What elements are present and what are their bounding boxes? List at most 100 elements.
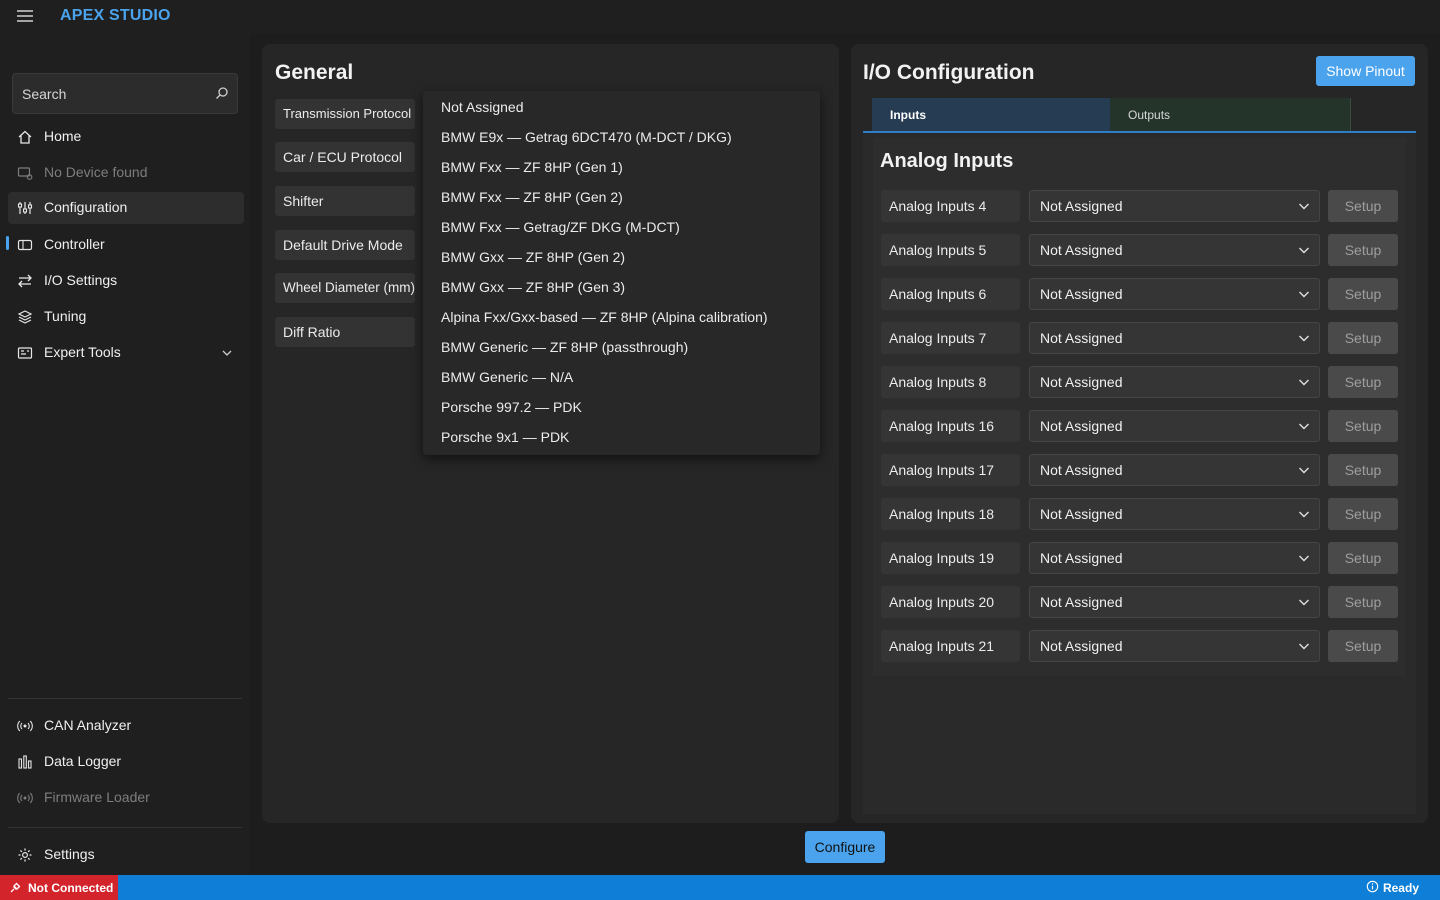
sidebar-item-io-settings[interactable]: I/O Settings <box>8 265 244 297</box>
io-row-label: Analog Inputs 8 <box>881 366 1020 398</box>
setup-button[interactable]: Setup <box>1328 278 1398 310</box>
dropdown-option[interactable]: BMW Fxx — Getrag/ZF DKG (M-DCT) <box>423 212 820 242</box>
dropdown-option[interactable]: Not Assigned <box>423 92 820 122</box>
setup-button[interactable]: Setup <box>1328 410 1398 442</box>
show-pinout-button[interactable]: Show Pinout <box>1316 56 1415 86</box>
setup-button[interactable]: Setup <box>1328 190 1398 222</box>
io-select-value: Not Assigned <box>1040 462 1123 478</box>
dropdown-option[interactable]: BMW Generic — ZF 8HP (passthrough) <box>423 332 820 362</box>
chevron-down-icon <box>1298 200 1310 212</box>
sidebar-divider <box>8 827 242 828</box>
io-assignment-select[interactable]: Not Assigned <box>1029 498 1320 530</box>
io-assignment-select[interactable]: Not Assigned <box>1029 278 1320 310</box>
io-assignment-select[interactable]: Not Assigned <box>1029 190 1320 222</box>
io-assignment-select[interactable]: Not Assigned <box>1029 366 1320 398</box>
param-car-ecu-protocol[interactable]: Car / ECU Protocol <box>275 142 415 172</box>
sidebar-item-data-logger[interactable]: Data Logger <box>8 746 244 778</box>
section-title: Analog Inputs <box>880 150 1014 172</box>
chevron-down-icon <box>1298 376 1310 388</box>
dropdown-option[interactable]: BMW Gxx — ZF 8HP (Gen 3) <box>423 272 820 302</box>
chevron-down-icon <box>1298 420 1310 432</box>
sidebar-item-tuning[interactable]: Tuning <box>8 301 244 333</box>
sidebar-item-firmware-loader[interactable]: Firmware Loader <box>8 782 244 814</box>
dropdown-option[interactable]: Porsche 997.2 — PDK <box>423 392 820 422</box>
sidebar-item-label: Firmware Loader <box>44 789 150 805</box>
io-row: Analog Inputs 6 Not Assigned Setup <box>881 278 1398 310</box>
setup-button[interactable]: Setup <box>1328 586 1398 618</box>
io-tab-content: Analog Inputs Analog Inputs 4 Not Assigne… <box>863 134 1416 814</box>
dropdown-option[interactable]: BMW Generic — N/A <box>423 362 820 392</box>
tab-outputs[interactable]: Outputs <box>1110 98 1351 131</box>
chevron-down-icon <box>1298 288 1310 300</box>
param-transmission-protocol[interactable]: Transmission Protocol <box>275 99 415 129</box>
dropdown-option[interactable]: BMW Gxx — ZF 8HP (Gen 2) <box>423 242 820 272</box>
param-diff-ratio[interactable]: Diff Ratio <box>275 317 415 347</box>
io-row-label: Analog Inputs 4 <box>881 190 1020 222</box>
sidebar-item-controller[interactable]: Controller <box>8 229 244 261</box>
io-row: Analog Inputs 5 Not Assigned Setup <box>881 234 1398 266</box>
io-assignment-select[interactable]: Not Assigned <box>1029 322 1320 354</box>
search-icon[interactable] <box>215 86 229 100</box>
search-input[interactable] <box>22 74 212 113</box>
dropdown-option[interactable]: Alpina Fxx/Gxx-based — ZF 8HP (Alpina ca… <box>423 302 820 332</box>
setup-button[interactable]: Setup <box>1328 322 1398 354</box>
io-assignment-select[interactable]: Not Assigned <box>1029 542 1320 574</box>
broadcast-icon <box>17 790 33 806</box>
app-title: APEX STUDIO <box>60 7 171 24</box>
param-wheel-diameter[interactable]: Wheel Diameter (mm) <box>275 273 415 303</box>
chevron-down-icon <box>1298 464 1310 476</box>
chevron-down-icon <box>1298 552 1310 564</box>
setup-button[interactable]: Setup <box>1328 542 1398 574</box>
sidebar-item-home[interactable]: Home <box>8 121 244 153</box>
io-select-value: Not Assigned <box>1040 242 1123 258</box>
search-box[interactable] <box>12 73 238 114</box>
io-row-label: Analog Inputs 17 <box>881 454 1020 486</box>
io-assignment-select[interactable]: Not Assigned <box>1029 410 1320 442</box>
io-row: Analog Inputs 20 Not Assigned Setup <box>881 586 1398 618</box>
io-row-label: Analog Inputs 21 <box>881 630 1020 662</box>
sidebar-item-can-analyzer[interactable]: CAN Analyzer <box>8 710 244 742</box>
chevron-down-icon[interactable] <box>222 348 232 358</box>
configure-button[interactable]: Configure <box>805 831 885 863</box>
setup-button[interactable]: Setup <box>1328 366 1398 398</box>
status-bar: Not Connected Ready <box>0 875 1440 900</box>
tab-inputs[interactable]: Inputs <box>872 98 1110 131</box>
sidebar-item-label: No Device found <box>44 164 148 180</box>
dropdown-option[interactable]: Porsche 9x1 — PDK <box>423 422 820 452</box>
sidebar-item-settings[interactable]: Settings <box>8 839 244 871</box>
setup-button[interactable]: Setup <box>1328 498 1398 530</box>
io-select-value: Not Assigned <box>1040 198 1123 214</box>
dropdown-option[interactable]: BMW Fxx — ZF 8HP (Gen 1) <box>423 152 820 182</box>
sidebar-item-configuration[interactable]: Configuration <box>8 192 244 224</box>
io-tabs: Inputs Outputs <box>863 97 1416 133</box>
param-default-drive-mode[interactable]: Default Drive Mode <box>275 230 415 260</box>
io-select-value: Not Assigned <box>1040 418 1123 434</box>
io-assignment-select[interactable]: Not Assigned <box>1029 454 1320 486</box>
io-row: Analog Inputs 4 Not Assigned Setup <box>881 190 1398 222</box>
io-assignment-select[interactable]: Not Assigned <box>1029 630 1320 662</box>
setup-button[interactable]: Setup <box>1328 234 1398 266</box>
info-icon <box>1366 880 1379 893</box>
io-select-value: Not Assigned <box>1040 286 1123 302</box>
io-assignment-select[interactable]: Not Assigned <box>1029 234 1320 266</box>
io-row: Analog Inputs 7 Not Assigned Setup <box>881 322 1398 354</box>
param-shifter[interactable]: Shifter <box>275 186 415 216</box>
setup-button[interactable]: Setup <box>1328 454 1398 486</box>
io-row-label: Analog Inputs 6 <box>881 278 1020 310</box>
io-assignment-select[interactable]: Not Assigned <box>1029 586 1320 618</box>
setup-button[interactable]: Setup <box>1328 630 1398 662</box>
io-row-label: Analog Inputs 18 <box>881 498 1020 530</box>
dropdown-option[interactable]: BMW E9x — Getrag 6DCT470 (M-DCT / DKG) <box>423 122 820 152</box>
io-select-value: Not Assigned <box>1040 550 1123 566</box>
connection-status[interactable]: Not Connected <box>0 875 118 900</box>
gear-icon <box>17 847 33 863</box>
chevron-down-icon <box>1298 640 1310 652</box>
broadcast-icon <box>17 718 33 734</box>
io-select-value: Not Assigned <box>1040 638 1123 654</box>
sidebar-item-no-device[interactable]: No Device found <box>8 157 244 189</box>
io-row-label: Analog Inputs 16 <box>881 410 1020 442</box>
sidebar-item-expert-tools[interactable]: Expert Tools <box>8 337 244 369</box>
dropdown-option[interactable]: BMW Fxx — ZF 8HP (Gen 2) <box>423 182 820 212</box>
hamburger-menu-icon[interactable] <box>14 7 36 25</box>
io-select-value: Not Assigned <box>1040 374 1123 390</box>
